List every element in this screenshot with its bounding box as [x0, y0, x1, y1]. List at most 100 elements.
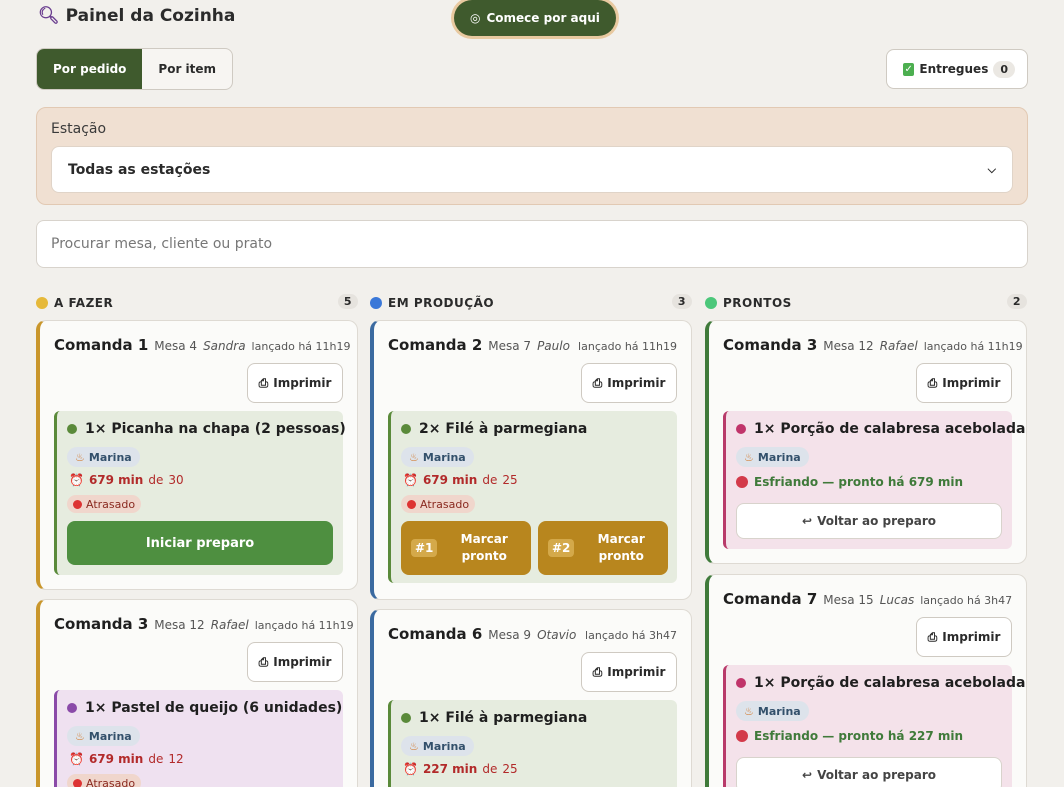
card-header: Comanda 3 Mesa 12 Rafael lançado há 11h1… [723, 336, 1023, 354]
mark-ready-button-2[interactable]: #2 Marcar pronto [538, 521, 668, 575]
card-header: Comanda 2 Mesa 7 Paulo lançado há 11h19 [388, 336, 677, 354]
elapsed-timer: ⏰ 679 min de 12 [69, 752, 184, 766]
check-icon: ✓ [903, 62, 915, 76]
order-number: Comanda 1 [54, 336, 149, 354]
mark-ready-button-1[interactable]: #1 Marcar pronto [401, 521, 531, 575]
toggle-by-item[interactable]: Por item [142, 49, 232, 89]
back-to-prep-button[interactable]: ↩ Voltar ao preparo [736, 503, 1002, 539]
launch-time: lançado há 11h19 [923, 340, 1023, 353]
toggle-by-order[interactable]: Por pedido [37, 49, 143, 89]
return-arrow-icon: ↩ [802, 514, 813, 528]
card-header: Comanda 1 Mesa 4 Sandra lançado há 11h19 [54, 336, 351, 354]
launch-time: lançado há 11h19 [578, 340, 677, 353]
print-label: Imprimir [273, 376, 332, 390]
printer-icon: ⎙ [592, 664, 603, 679]
back-label: Voltar ao preparo [817, 514, 936, 528]
of-label: de [148, 473, 164, 487]
item-name: 1× Picanha na chapa (2 pessoas) [85, 421, 346, 437]
order-number: Comanda 3 [723, 336, 818, 354]
unit-tag: #1 [411, 539, 438, 557]
launch-time: lançado há 11h19 [254, 619, 354, 632]
order-item: 1× Pastel de queijo (6 unidades) ♨ Marin… [54, 690, 343, 787]
chef-icon: ♨ [409, 739, 419, 753]
search-input[interactable]: Procurar mesa, cliente ou prato [36, 220, 1028, 268]
alarm-clock-icon: ⏰ [403, 762, 418, 776]
order-number: Comanda 3 [54, 615, 149, 633]
order-item: 1× Filé à parmegiana ♨ Marina ⏰ 227 min … [388, 700, 677, 787]
printer-icon: ⎙ [258, 654, 269, 669]
item-name: 1× Pastel de queijo (6 unidades) [85, 700, 343, 716]
card-header: Comanda 3 Mesa 12 Rafael lançado há 11h1… [54, 615, 354, 633]
item-title: 2× Filé à parmegiana [401, 421, 587, 437]
table-number: Mesa 15 [823, 593, 874, 607]
column-title: A FAZER [54, 296, 114, 310]
station-label: Estação [51, 121, 107, 137]
alarm-clock-icon: ⏰ [69, 752, 84, 766]
order-number: Comanda 2 [388, 336, 483, 354]
print-button[interactable]: ⎙ Imprimir [581, 652, 677, 692]
elapsed-timer: ⏰ 679 min de 25 [403, 473, 518, 487]
start-here-button[interactable]: ◎ Comece por aqui [454, 0, 616, 36]
bullet-icon [67, 424, 77, 434]
chef-icon: ♨ [744, 450, 754, 464]
of-label: de [482, 473, 498, 487]
print-button[interactable]: ⎙ Imprimir [247, 363, 343, 403]
column-header: A FAZER 5 [36, 294, 358, 312]
elapsed-value: 679 min [88, 473, 144, 487]
table-number: Mesa 12 [154, 618, 205, 632]
order-item: 1× Porção de calabresa acebolada ♨ Marin… [723, 665, 1025, 787]
target-value: 30 [168, 473, 184, 487]
app-title-text: Painel da Cozinha [65, 6, 236, 26]
view-toggle: Por pedido Por item [36, 48, 234, 90]
station-select[interactable]: Todas as estações ⌵ [51, 146, 1013, 193]
chef-name: Marina [88, 729, 132, 743]
print-button[interactable]: ⎙ Imprimir [247, 642, 343, 682]
back-to-prep-button[interactable]: ↩ Voltar ao preparo [736, 757, 1002, 787]
item-name: 1× Porção de calabresa acebolada [754, 421, 1026, 437]
red-dot-icon [407, 499, 416, 509]
elapsed-timer: ⏰ 679 min de 30 [69, 473, 184, 487]
printer-icon: ⎙ [927, 629, 938, 644]
alarm-clock-icon: ⏰ [403, 473, 418, 487]
client-name: Rafael [879, 339, 918, 353]
order-card: Comanda 6 Mesa 9 Otavio lançado há 3h47 … [370, 609, 692, 787]
cooling-status: Esfriando — pronto há 679 min [736, 475, 963, 489]
target-value: 25 [502, 762, 518, 776]
status-dot-icon [705, 297, 717, 309]
print-label: Imprimir [607, 665, 666, 679]
printer-icon: ⎙ [592, 375, 603, 390]
print-button[interactable]: ⎙ Imprimir [916, 617, 1012, 657]
chef-badge: ♨ Marina [67, 726, 140, 746]
mark-ready-label: Marcar pronto [460, 532, 508, 563]
compass-icon: ◎ [470, 11, 481, 25]
print-button[interactable]: ⎙ Imprimir [581, 363, 677, 403]
table-number: Mesa 4 [154, 339, 198, 353]
elapsed-timer: ⏰ 227 min de 25 [403, 762, 518, 776]
late-badge: Atrasado [67, 774, 142, 787]
chef-icon: ♨ [75, 450, 85, 464]
order-item: 1× Picanha na chapa (2 pessoas) ♨ Marina… [54, 411, 346, 575]
delivered-count: 0 [993, 60, 1015, 78]
launch-time: lançado há 11h19 [251, 340, 351, 353]
chef-name: Marina [422, 450, 466, 464]
chef-icon: ♨ [744, 704, 754, 718]
item-title: 1× Porção de calabresa acebolada [736, 421, 1025, 437]
order-item: 2× Filé à parmegiana ♨ Marina ⏰ 679 min … [388, 411, 677, 583]
print-label: Imprimir [273, 655, 332, 669]
column-header: EM PRODUÇÃO 3 [370, 294, 692, 312]
delivered-button[interactable]: ✓ Entregues 0 [886, 49, 1028, 89]
late-label: Atrasado [86, 776, 136, 787]
red-ball-icon [736, 730, 748, 742]
print-button[interactable]: ⎙ Imprimir [916, 363, 1012, 403]
magnifier-icon: 🔍︎ [38, 6, 60, 26]
chef-name: Marina [757, 450, 801, 464]
red-ball-icon [736, 476, 748, 488]
late-label: Atrasado [86, 497, 136, 511]
chef-badge: ♨ Marina [401, 736, 474, 756]
bullet-icon [401, 424, 411, 434]
start-prep-button[interactable]: Iniciar preparo [67, 521, 333, 565]
late-badge: Atrasado [67, 495, 142, 513]
client-name: Sandra [203, 339, 246, 353]
column-in-production: EM PRODUÇÃO 3 Comanda 2 Mesa 7 Paulo lan… [370, 294, 692, 787]
order-card: Comanda 3 Mesa 12 Rafael lançado há 11h1… [36, 599, 358, 787]
